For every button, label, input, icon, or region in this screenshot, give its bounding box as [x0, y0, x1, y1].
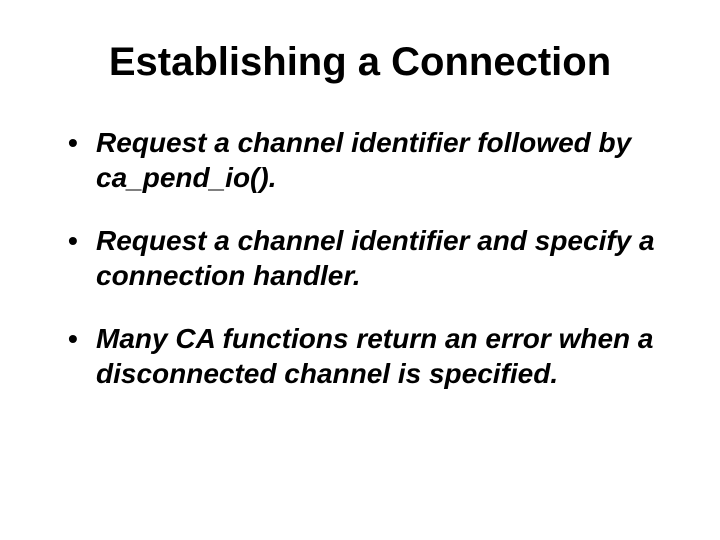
list-item: Many CA functions return an error when a…: [60, 321, 660, 391]
slide-title: Establishing a Connection: [60, 40, 660, 85]
slide: Establishing a Connection Request a chan…: [0, 0, 720, 540]
bullet-list: Request a channel identifier followed by…: [60, 125, 660, 391]
list-item: Request a channel identifier and specify…: [60, 223, 660, 293]
list-item: Request a channel identifier followed by…: [60, 125, 660, 195]
